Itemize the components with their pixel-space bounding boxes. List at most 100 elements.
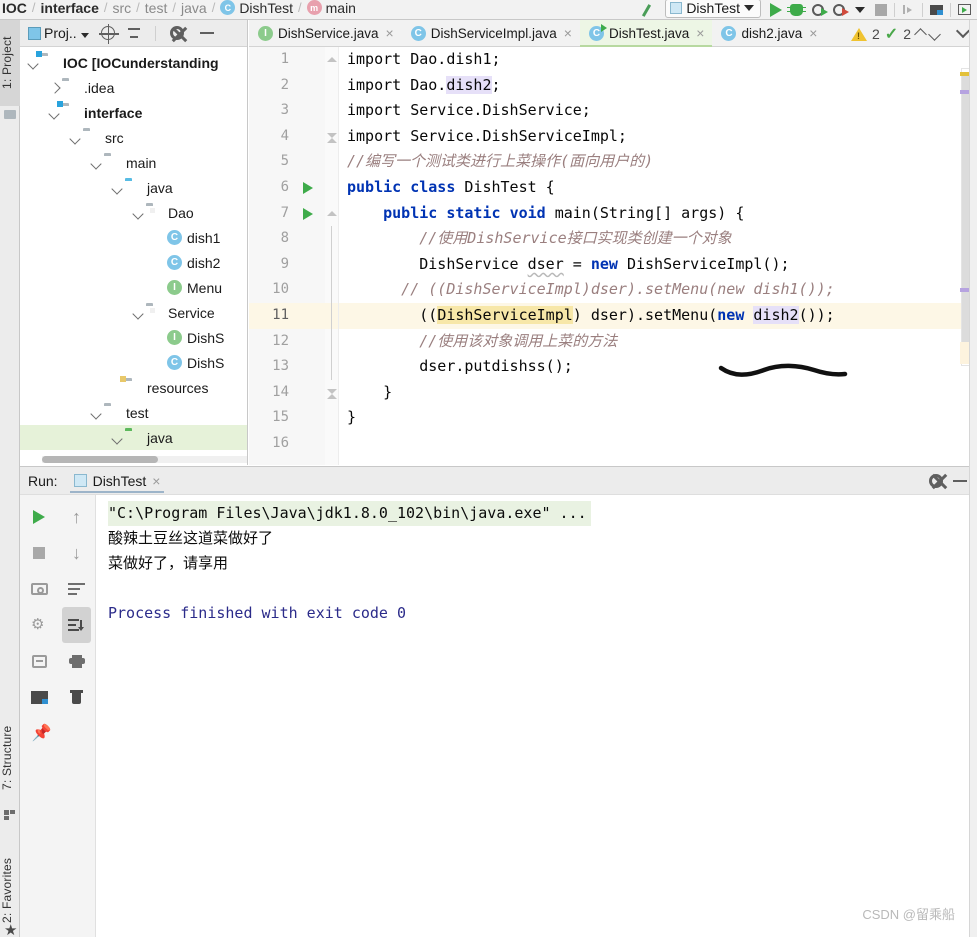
tree-node[interactable]: .idea <box>20 75 247 100</box>
code-line[interactable]: DishService dser = new DishServiceImpl()… <box>339 252 977 278</box>
tree-node[interactable]: Service <box>20 300 247 325</box>
editor-tab[interactable]: C DishServiceImpl.java × <box>402 20 580 46</box>
code-line[interactable]: import Dao.dish2; <box>339 73 977 99</box>
print-icon[interactable] <box>58 643 95 679</box>
code-line[interactable]: dser.putdishss(); <box>339 354 977 380</box>
tree-node[interactable]: Cdish2 <box>20 250 247 275</box>
run-tab-dishtest[interactable]: DishTest × <box>66 467 169 495</box>
code-line[interactable]: //使用该对象调用上菜的方法 <box>339 329 977 355</box>
profile-button[interactable] <box>828 0 849 19</box>
tree-node[interactable]: test <box>20 400 247 425</box>
breadcrumb-item[interactable]: src <box>113 0 132 16</box>
minimize-icon[interactable] <box>199 32 214 34</box>
build-icon[interactable] <box>640 0 661 19</box>
fold-marker[interactable] <box>325 328 338 355</box>
code-line[interactable]: import Service.DishService; <box>339 98 977 124</box>
fold-marker[interactable] <box>325 201 338 227</box>
code-line[interactable]: //编写一个测试类进行上菜操作(面向用户的) <box>339 149 977 175</box>
code-editor[interactable]: 1 2 3 4 5 6 7 8 9 10 11 12 13 14 15 16 import Dao.dish1… <box>249 47 977 465</box>
tree-node[interactable]: IOC [IOCunderstanding <box>20 50 247 75</box>
breadcrumb[interactable]: IOC / interface / src / test / java / C DishTest / m m… <box>0 0 356 18</box>
chevron-right-icon[interactable] <box>47 81 61 95</box>
tree-node[interactable]: I Menu <box>20 275 247 300</box>
debug-button[interactable] <box>786 0 807 19</box>
tree-hscroll-thumb[interactable] <box>42 456 158 463</box>
clear-all-icon[interactable] <box>58 679 95 715</box>
code-line[interactable]: import Dao.dish1; <box>339 47 977 73</box>
breadcrumb-item[interactable]: C DishTest <box>220 0 293 16</box>
layout-icon[interactable] <box>20 679 58 715</box>
chevron-down-icon[interactable] <box>47 106 61 120</box>
restore-layout-button[interactable] <box>926 0 947 19</box>
console-output[interactable]: "C:\Program Files\Java\jdk1.8.0_102\bin\… <box>96 495 977 937</box>
close-icon[interactable]: × <box>386 25 394 41</box>
fold-marker[interactable] <box>325 277 338 303</box>
code-line[interactable]: public static void main(String[] args) { <box>339 201 977 227</box>
chevron-down-icon[interactable] <box>131 306 145 320</box>
fold-marker[interactable] <box>325 251 338 278</box>
close-icon[interactable]: × <box>696 25 704 41</box>
pin-icon[interactable]: 📌 <box>20 715 58 751</box>
run-marker-gutter[interactable] <box>297 47 325 465</box>
code-line[interactable] <box>339 431 977 457</box>
tree-node[interactable]: Cdish1 <box>20 225 247 250</box>
locate-icon[interactable] <box>98 24 119 44</box>
tree-node[interactable]: src <box>20 125 247 150</box>
code-folding-gutter[interactable] <box>325 47 339 465</box>
chevron-down-icon[interactable] <box>89 156 103 170</box>
breadcrumb-item[interactable]: interface <box>41 0 99 16</box>
code-line[interactable]: ((DishServiceImpl) dser).setMenu(new dis… <box>339 302 977 329</box>
close-icon[interactable]: × <box>809 25 817 41</box>
rerun-icon[interactable] <box>20 499 58 535</box>
breadcrumb-item[interactable]: java <box>181 0 207 16</box>
run-configuration-selector[interactable]: DishTest <box>665 0 761 18</box>
chevron-down-icon[interactable] <box>68 131 82 145</box>
tree-node[interactable]: C DishS <box>20 350 247 375</box>
code-content[interactable]: import Dao.dish1; import Dao.dish2; import… <box>339 47 977 465</box>
close-icon[interactable]: × <box>152 473 160 489</box>
editor-tab[interactable]: C DishTest.java × <box>579 20 713 47</box>
screenshot-icon[interactable] <box>20 571 58 607</box>
gear-icon[interactable] <box>929 473 943 488</box>
stop-icon[interactable] <box>20 535 58 571</box>
tree-node[interactable]: java <box>20 175 247 200</box>
run-gutter-icon[interactable] <box>297 201 325 227</box>
project-tree[interactable]: IOC [IOCunderstanding .idea interface src ma… <box>20 47 247 465</box>
sidebar-item-structure[interactable]: 7: Structure <box>0 710 20 805</box>
tree-node[interactable]: java <box>20 425 247 450</box>
code-line[interactable]: } <box>339 405 977 431</box>
breadcrumb-item[interactable]: IOC <box>2 0 27 16</box>
tree-node[interactable]: main <box>20 150 247 175</box>
update-application-button[interactable] <box>898 0 919 19</box>
scroll-to-end-icon[interactable] <box>62 607 91 643</box>
gear-icon[interactable] <box>169 26 184 40</box>
editor-tab[interactable]: I DishService.java × <box>249 20 402 46</box>
run-with-coverage-button[interactable] <box>807 0 828 19</box>
close-icon[interactable]: × <box>564 25 572 41</box>
tree-node[interactable]: Dao <box>20 200 247 225</box>
breadcrumb-item[interactable]: test <box>145 0 168 16</box>
chevron-down-icon[interactable] <box>80 32 89 38</box>
profile-dropdown-icon[interactable] <box>849 0 870 19</box>
code-line[interactable]: import Service.DishServiceImpl; <box>339 124 977 150</box>
fold-marker[interactable] <box>325 124 338 150</box>
up-arrow-icon[interactable]: ↑ <box>58 499 95 535</box>
chevron-down-icon[interactable] <box>131 206 145 220</box>
tree-node[interactable]: I DishS <box>20 325 247 350</box>
fold-marker[interactable] <box>325 302 338 329</box>
tree-node[interactable]: interface <box>20 100 247 125</box>
stop-button[interactable] <box>870 0 891 19</box>
code-line[interactable]: // ((DishServiceImpl)dser).setMenu(new d… <box>339 277 977 303</box>
chevron-down-icon[interactable] <box>89 406 103 420</box>
fold-marker[interactable] <box>325 380 338 406</box>
fold-marker[interactable] <box>325 226 338 252</box>
chevron-down-icon[interactable] <box>928 27 941 41</box>
sidebar-item-project[interactable]: 1: Project <box>0 20 20 106</box>
export-icon[interactable] <box>20 643 58 679</box>
chevron-down-icon[interactable] <box>110 181 124 195</box>
chevron-down-icon[interactable] <box>26 56 40 70</box>
chevron-down-icon[interactable] <box>110 431 124 445</box>
editor-tab[interactable]: Cdish2.java × <box>712 20 825 46</box>
run-button[interactable] <box>765 0 786 19</box>
code-line[interactable]: } <box>339 380 977 406</box>
